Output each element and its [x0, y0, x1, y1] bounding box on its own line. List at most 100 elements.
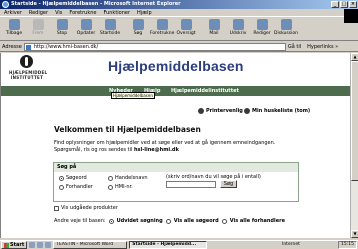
history-button[interactable]: Oversigt	[174, 17, 198, 40]
scroll-thumb[interactable]	[351, 61, 358, 181]
scroll-down-icon[interactable]: ▼	[351, 230, 358, 238]
plus-icon	[244, 108, 250, 114]
alle-forhandlere-label[interactable]: Vis alle forhandlere	[230, 218, 285, 224]
search-panel: Søg på Søgeord Forhandler Handelsnavn HM…	[53, 162, 299, 202]
radio-alle-soegeord[interactable]	[165, 218, 171, 224]
home-icon	[104, 19, 116, 30]
alle-soegeord-label[interactable]: Vis alle søgeord	[174, 218, 219, 224]
intro-text: Find oplysninger om hjælpemidler ved at …	[54, 140, 304, 154]
refresh-button[interactable]: Opdater	[74, 17, 98, 40]
quicklaunch-desktop-icon[interactable]	[37, 242, 44, 248]
search-options: Søgeord Forhandler Handelsnavn HMI-nr. (…	[54, 172, 298, 202]
discuss-button[interactable]: Diskussion	[274, 17, 298, 40]
search-icon	[132, 19, 144, 30]
window-titlebar: Startside - Hjælpemiddelbasen - Microsof…	[0, 0, 358, 9]
maximize-button[interactable]: □	[340, 1, 348, 8]
forward-arrow-icon	[32, 19, 44, 30]
system-tray: 15:15	[338, 241, 357, 249]
address-bar: Adresse http://www.hmi-basen.dk/ Gå til …	[0, 42, 358, 52]
tooltip: Hjælpemiddelbasen	[111, 92, 155, 99]
close-button[interactable]: ×	[349, 1, 357, 8]
radio-alle-forhandlere[interactable]	[221, 218, 227, 224]
shortlist-link[interactable]: Min huskeliste (tom)	[244, 108, 310, 114]
vertical-scrollbar[interactable]: ▲ ▼	[350, 53, 358, 238]
refresh-icon	[80, 19, 92, 30]
address-label: Adresse	[2, 43, 22, 50]
intro-line-2: Spørgsmål, ris og ros sendes til hsl-lin…	[54, 147, 179, 153]
browser-toolbar: Tilbage Frem Stop Opdater Startside Søg …	[0, 17, 358, 41]
home-button[interactable]: Startside	[98, 17, 122, 40]
task-ie[interactable]: Startside - Hjælpemidd...	[129, 241, 208, 249]
menu-help[interactable]: Hjælp	[137, 9, 152, 16]
site-header: HJÆLPEMIDDEL INSTITUTTET Hjælpemiddelbas…	[1, 53, 350, 86]
menu-favorites[interactable]: Foretrukne	[69, 9, 96, 16]
search-input[interactable]	[166, 181, 216, 188]
task-word[interactable]: TEASTIN - Microsoft Word	[53, 241, 128, 249]
print-link[interactable]: Printervenlig	[198, 108, 243, 114]
udvidet-soegning-label[interactable]: Udvidet søgning	[117, 218, 163, 224]
radio-sogeord[interactable]	[59, 175, 64, 181]
start-button[interactable]: Start	[1, 241, 28, 249]
udgaede-option[interactable]: Vis udgåede produkter	[54, 205, 118, 211]
stop-button[interactable]: Stop	[50, 17, 74, 40]
favorites-icon	[156, 19, 168, 30]
other-ways-label: Andre veje til basen:	[54, 218, 106, 224]
option-hmi-nr[interactable]: HMI-nr.	[108, 184, 133, 190]
stop-icon	[56, 19, 68, 30]
back-arrow-icon	[8, 19, 20, 30]
udgaede-checkbox[interactable]	[54, 205, 59, 211]
site-title: Hjælpemiddelbasen	[108, 58, 244, 74]
menu-edit[interactable]: Rediger	[29, 9, 48, 16]
page-icon	[25, 44, 31, 50]
quicklaunch-outlook-icon[interactable]	[45, 242, 52, 248]
logo-text: HJÆLPEMIDDEL INSTITUTTET	[9, 70, 48, 80]
printer-icon	[198, 108, 204, 114]
nav-institut[interactable]: Hjælpemiddelinstituttet	[171, 86, 239, 96]
radio-hmi-nr[interactable]	[108, 184, 113, 190]
site-navbar: Nyheder Hjælp Hjælpemiddelinstituttet	[1, 86, 350, 96]
radio-udvidet[interactable]	[108, 218, 114, 224]
hmi-logo-icon[interactable]	[20, 55, 33, 68]
print-button[interactable]: Udskriv	[226, 17, 250, 40]
option-forhandler[interactable]: Forhandler	[59, 184, 93, 190]
go-button[interactable]: Gå til	[288, 44, 301, 50]
mail-button[interactable]: Mail	[202, 17, 226, 40]
search-button[interactable]: Søg	[126, 17, 150, 40]
back-button[interactable]: Tilbage	[2, 17, 26, 40]
links-button[interactable]: Hyperlinks »	[307, 44, 338, 50]
forward-button[interactable]: Frem	[26, 17, 50, 40]
option-sogeord[interactable]: Søgeord	[59, 175, 87, 181]
search-hint: (skriv ord/navn du vil søge på i entall)	[166, 174, 261, 180]
edit-icon	[256, 19, 268, 30]
window-controls: _ □ ×	[331, 1, 357, 8]
quicklaunch-ie-icon[interactable]	[29, 242, 36, 248]
option-handelsnavn[interactable]: Handelsnavn	[108, 175, 148, 181]
other-ways-row: Andre veje til basen: Udvidet søgning Vi…	[54, 218, 285, 224]
printer-icon	[232, 19, 244, 30]
search-submit-button[interactable]: Søg	[220, 180, 237, 188]
scroll-up-icon[interactable]: ▲	[351, 53, 358, 61]
taskbar: Start TEASTIN - Microsoft Word Startside…	[0, 240, 358, 249]
history-icon	[180, 19, 192, 30]
page-viewport: HJÆLPEMIDDEL INSTITUTTET Hjælpemiddelbas…	[0, 53, 350, 238]
intro-line-1: Find oplysninger om hjælpemidler ved at …	[54, 140, 276, 146]
welcome-heading: Velkommen til Hjælpemiddelbasen	[54, 125, 201, 134]
internet-explorer-icon	[2, 1, 9, 8]
edit-button[interactable]: Rediger	[250, 17, 274, 40]
radio-handelsnavn[interactable]	[108, 175, 113, 181]
mail-icon	[208, 19, 220, 30]
email-link[interactable]: hsl-line@hmi.dk	[134, 147, 179, 153]
internet-zone: Internet	[282, 242, 300, 247]
menu-bar: Arkiver Rediger Vis Foretrukne Funktione…	[0, 9, 358, 17]
address-input[interactable]: http://www.hmi-basen.dk/	[23, 42, 286, 51]
favorites-button[interactable]: Foretrukne	[150, 17, 174, 40]
minimize-button[interactable]: _	[331, 1, 339, 8]
windows-flag-icon	[4, 242, 9, 248]
menu-view[interactable]: Vis	[55, 9, 62, 16]
address-url: http://www.hmi-basen.dk/	[33, 43, 99, 50]
menu-tools[interactable]: Funktioner	[103, 9, 130, 16]
radio-forhandler[interactable]	[59, 184, 64, 190]
discuss-icon	[280, 19, 292, 30]
search-header: Søg på	[54, 163, 298, 172]
menu-file[interactable]: Arkiver	[4, 9, 22, 16]
